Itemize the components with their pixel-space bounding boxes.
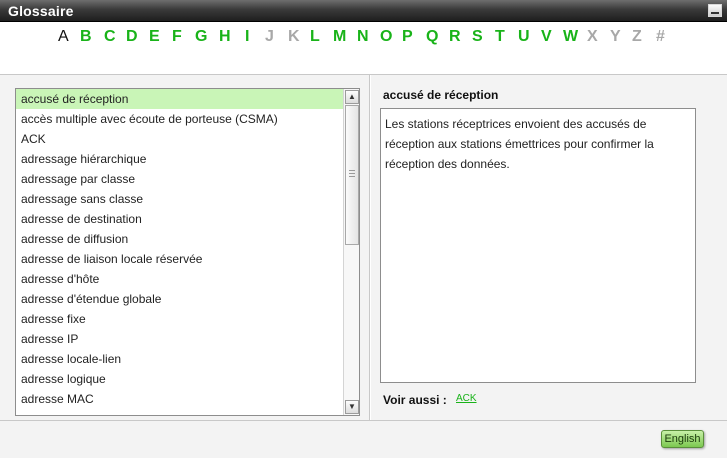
letter-v[interactable]: V <box>541 28 552 46</box>
scroll-down-arrow-icon[interactable]: ▼ <box>345 400 359 414</box>
term-list-item[interactable]: adresse de destination <box>16 209 343 229</box>
term-list-item[interactable]: adresse logique <box>16 369 343 389</box>
term-list-item[interactable]: adressage par classe <box>16 169 343 189</box>
term-list-item[interactable]: accès multiple avec écoute de porteuse (… <box>16 109 343 129</box>
letter-z: Z <box>632 28 642 45</box>
letter-c[interactable]: C <box>104 28 116 46</box>
see-also-link[interactable]: ACK <box>456 393 477 404</box>
term-list: accusé de réception accès multiple avec é… <box>15 88 360 416</box>
letter-k: K <box>288 28 300 45</box>
term-list-item[interactable]: adresse MAC <box>16 389 343 409</box>
term-list-item[interactable]: adresse d'hôte <box>16 269 343 289</box>
letter-a[interactable]: A <box>58 28 69 46</box>
definition-term-title: accusé de réception <box>383 88 499 102</box>
letter-f[interactable]: F <box>172 28 182 46</box>
letter-p[interactable]: P <box>402 28 413 46</box>
minimize-icon[interactable] <box>708 4 722 17</box>
definition-pane: accusé de réception Les stations réceptr… <box>371 75 727 420</box>
letter-r[interactable]: R <box>449 28 461 46</box>
letter-h[interactable]: H <box>219 28 231 46</box>
scrollbar-thumb[interactable] <box>345 105 359 245</box>
see-also-label: Voir aussi : <box>383 393 447 407</box>
letter-d[interactable]: D <box>126 28 138 46</box>
letter-b[interactable]: B <box>80 28 92 46</box>
term-list-item[interactable]: ACK <box>16 129 343 149</box>
letter-x: X <box>587 28 598 45</box>
letter-hash: # <box>656 28 665 45</box>
term-list-item[interactable]: adresse de diffusion <box>16 229 343 249</box>
term-list-item[interactable]: adresse fixe <box>16 309 343 329</box>
letter-w[interactable]: W <box>563 28 578 46</box>
term-list-item[interactable]: accusé de réception <box>16 89 343 109</box>
letter-t[interactable]: T <box>495 28 505 46</box>
term-list-item[interactable]: adressage hiérarchique <box>16 149 343 169</box>
letter-y: Y <box>610 28 621 45</box>
letter-q[interactable]: Q <box>426 28 438 46</box>
letter-m[interactable]: M <box>333 28 346 46</box>
term-list-item[interactable]: adresse de liaison locale réservée <box>16 249 343 269</box>
window-title: Glossaire <box>8 3 74 19</box>
scroll-up-arrow-icon[interactable]: ▲ <box>345 90 359 104</box>
term-list-items: accusé de réception accès multiple avec é… <box>16 89 343 409</box>
letter-u[interactable]: U <box>518 28 530 46</box>
term-list-pane: accusé de réception accès multiple avec é… <box>0 75 370 420</box>
letter-s[interactable]: S <box>472 28 483 46</box>
term-list-item[interactable]: adressage sans classe <box>16 189 343 209</box>
term-list-scrollbar[interactable]: ▲ ▼ <box>343 89 359 415</box>
letter-e[interactable]: E <box>149 28 160 46</box>
letter-g[interactable]: G <box>195 28 207 46</box>
letter-i[interactable]: I <box>245 28 249 46</box>
scrollbar-grip-icon <box>349 170 355 178</box>
term-list-item[interactable]: adresse d'étendue globale <box>16 289 343 309</box>
definition-text: Les stations réceptrices envoient des ac… <box>380 108 696 383</box>
term-list-item[interactable]: adresse IP <box>16 329 343 349</box>
alphabet-nav: A B C D E F G H I J K L M N O P Q R S T U V W X Y Z # <box>0 26 727 52</box>
language-button[interactable]: English <box>661 430 704 448</box>
letter-n[interactable]: N <box>357 28 369 46</box>
term-list-item[interactable]: adresse locale-lien <box>16 349 343 369</box>
footer-bar: English <box>0 420 727 458</box>
window-titlebar: Glossaire <box>0 0 727 22</box>
letter-j: J <box>265 28 274 45</box>
letter-l[interactable]: L <box>310 28 320 46</box>
letter-o[interactable]: O <box>380 28 392 46</box>
